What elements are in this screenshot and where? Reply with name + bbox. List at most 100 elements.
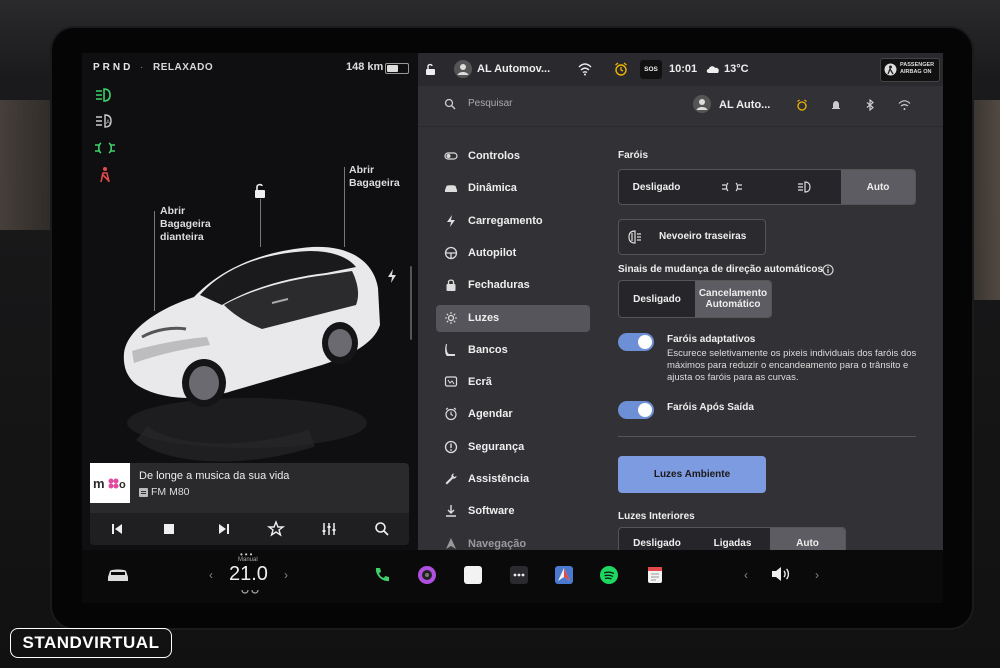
sidebar-item-label: Agendar: [468, 408, 513, 421]
calendar-icon[interactable]: [645, 565, 665, 585]
sidebar-item-controlos[interactable]: Controlos: [436, 143, 590, 170]
seat-icon: [445, 343, 455, 356]
headlight-icon: [798, 181, 811, 193]
signals-off-option[interactable]: Desligado: [619, 281, 695, 317]
sidebar-item-bancos[interactable]: Bancos: [436, 337, 590, 364]
wrench-icon: [445, 473, 457, 485]
alarm-clock-icon[interactable]: [614, 62, 628, 76]
gear-indicator: PRND: [93, 62, 134, 73]
previous-icon[interactable]: [107, 519, 127, 539]
sidebar-item-assistencia[interactable]: Assistência: [436, 466, 590, 493]
search-icon[interactable]: [372, 519, 392, 539]
stop-icon[interactable]: [159, 519, 179, 539]
profile-name-header[interactable]: AL Auto...: [719, 99, 770, 111]
separator-dot: ·: [140, 62, 144, 73]
rear-fog-icon: [628, 230, 641, 244]
bluetooth-icon[interactable]: [864, 99, 876, 111]
alert-icon: [444, 440, 458, 453]
sidebar-item-agendar[interactable]: Agendar: [436, 401, 590, 428]
standvirtual-watermark: STANDVIRTUAL: [10, 628, 172, 658]
volume-up-chevron-icon[interactable]: ›: [815, 568, 819, 582]
toybox-icon[interactable]: [463, 565, 483, 585]
farois-on-option[interactable]: [769, 170, 841, 204]
download-icon: [446, 505, 456, 517]
media-source: FM M80: [151, 486, 190, 498]
profile-name[interactable]: AL Automov...: [477, 63, 550, 75]
car-image: [123, 246, 381, 462]
sidebar-item-label: Ecrã: [468, 376, 492, 389]
steering-wheel-icon: [444, 246, 458, 260]
profile-avatar-icon[interactable]: [454, 60, 472, 78]
svg-text:m: m: [93, 476, 105, 491]
open-trunk-label[interactable]: Abrir Bagageira: [349, 164, 400, 190]
cabin-temperature[interactable]: 21.0: [229, 563, 268, 586]
spotify-icon[interactable]: [599, 565, 619, 585]
headlights-after-exit-toggle[interactable]: [618, 401, 654, 419]
sidebar-item-label: Controlos: [468, 150, 520, 162]
car-panel-scrollbar[interactable]: [410, 266, 412, 340]
headlight-on-icon: [96, 88, 111, 102]
headlights-after-exit-title: Faróis Após Saída: [667, 402, 754, 413]
svg-text:o: o: [119, 479, 126, 491]
adaptive-headlights-toggle[interactable]: [618, 333, 654, 351]
station-logo: m o: [90, 463, 130, 503]
nevoeiro-traseiras-button[interactable]: Nevoeiro traseiras: [618, 219, 766, 255]
farois-off-option[interactable]: Desligado: [619, 170, 694, 204]
profile-avatar-icon[interactable]: [693, 95, 711, 113]
more-apps-icon[interactable]: [509, 565, 529, 585]
sidebar-item-dinamica[interactable]: Dinâmica: [436, 175, 590, 202]
farois-auto-option[interactable]: Auto: [841, 170, 915, 204]
temp-down-chevron-icon[interactable]: ‹: [209, 568, 213, 582]
farois-selector: Desligado Auto: [618, 169, 916, 205]
sidebar-item-fechaduras[interactable]: Fechaduras: [436, 272, 590, 299]
sidebar-item-label: Fechaduras: [468, 279, 530, 292]
settings-panel: AL Automov... SOS 10:01 13°C PASSENGER A…: [418, 53, 943, 559]
equalizer-icon[interactable]: [319, 519, 339, 539]
unlock-icon[interactable]: [253, 183, 267, 199]
next-icon[interactable]: [214, 519, 234, 539]
camera-icon[interactable]: [417, 565, 437, 585]
favorite-star-icon[interactable]: [266, 519, 286, 539]
sidebar-item-ecra[interactable]: Ecrã: [436, 369, 590, 396]
airbag-status: PASSENGER AIRBAG ON: [900, 62, 935, 75]
sidebar-item-autopilot[interactable]: Autopilot: [436, 240, 590, 267]
sidebar-item-label: Navegação: [468, 537, 527, 550]
wifi-icon: [578, 63, 592, 76]
sos-button[interactable]: SOS: [640, 60, 662, 79]
sidebar-item-seguranca[interactable]: Segurança: [436, 434, 590, 461]
car-panel: PRND · RELAXADO 148 km A Abrir Bagageira…: [82, 53, 418, 550]
unlocked-icon[interactable]: [425, 63, 436, 76]
media-controls: [90, 513, 409, 545]
svg-text:A: A: [106, 120, 110, 126]
header-divider: [418, 126, 943, 127]
sidebar-item-label: Dinâmica: [468, 182, 517, 195]
passenger-airbag-indicator: PASSENGER AIRBAG ON: [880, 58, 940, 82]
search-icon[interactable]: [444, 98, 456, 110]
ambient-lights-button[interactable]: Luzes Ambiente: [618, 456, 766, 493]
volume-down-chevron-icon[interactable]: ‹: [744, 568, 748, 582]
sidebar-item-label: Carregamento: [468, 214, 543, 227]
seatbelt-warning-icon: [100, 167, 110, 183]
signals-auto-cancel-option[interactable]: Cancelamento Automático: [695, 281, 771, 317]
car-icon[interactable]: [106, 567, 130, 583]
sidebar-item-luzes[interactable]: Luzes: [436, 304, 590, 332]
wifi-icon[interactable]: [898, 99, 911, 111]
volume-icon[interactable]: [770, 565, 792, 583]
info-icon[interactable]: [822, 264, 834, 276]
temp-up-chevron-icon[interactable]: ›: [284, 568, 288, 582]
lock-icon: [446, 279, 456, 292]
seat-heater-icon[interactable]: [240, 588, 260, 597]
sidebar-item-software[interactable]: Software: [436, 498, 590, 525]
toggle-knob: [638, 335, 652, 349]
farois-parking-option[interactable]: [694, 170, 769, 204]
search-input[interactable]: Pesquisar: [468, 98, 512, 109]
phone-icon[interactable]: [372, 565, 392, 585]
adaptive-headlights-description: Escurece seletivamente os pixeis individ…: [667, 348, 917, 383]
nevoeiro-label: Nevoeiro traseiras: [659, 231, 747, 242]
bell-icon[interactable]: [830, 99, 842, 111]
navigation-app-icon[interactable]: [554, 565, 574, 585]
sidebar-item-carregamento[interactable]: Carregamento: [436, 208, 590, 235]
section-divider: [618, 436, 916, 437]
alarm-clock-icon[interactable]: [796, 99, 808, 111]
clock-time: 10:01: [669, 63, 698, 75]
